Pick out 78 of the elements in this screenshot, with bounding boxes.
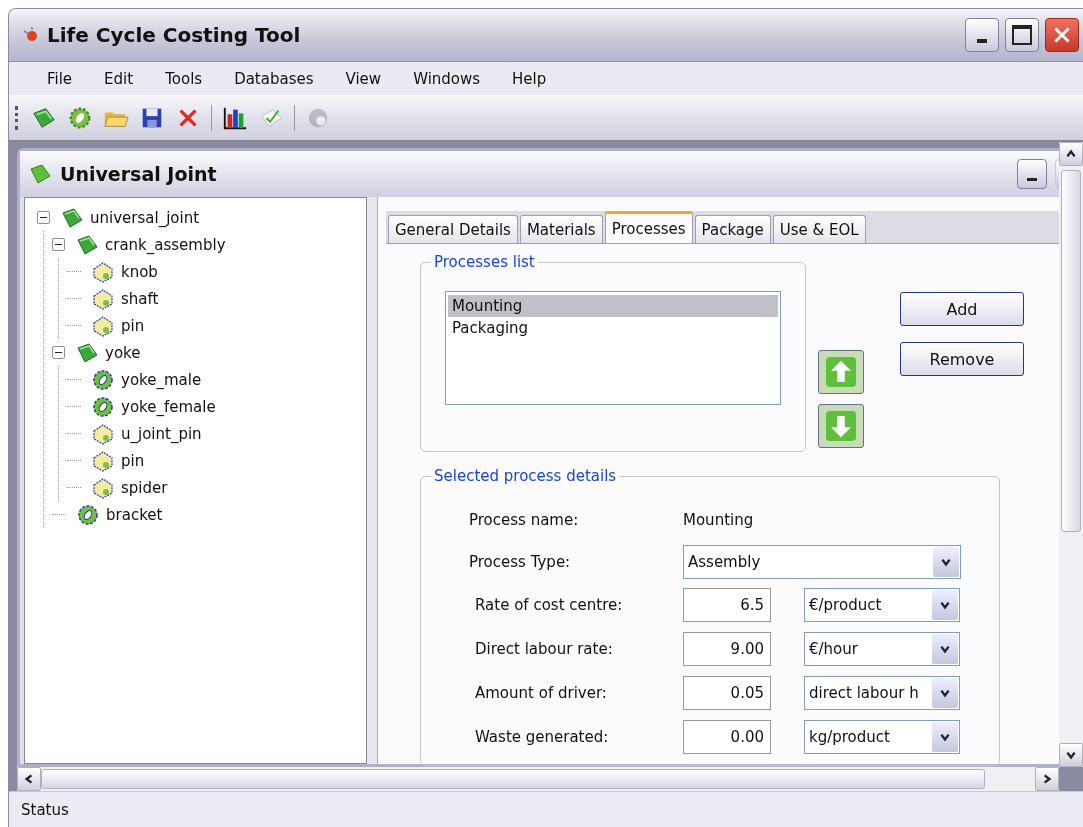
scroll-up-icon[interactable] (1065, 148, 1077, 160)
process-list[interactable]: Mounting Packaging (445, 291, 781, 405)
maximize-button[interactable] (1005, 18, 1039, 52)
field-label: Amount of driver: (474, 684, 608, 702)
field-label: Waste generated: (474, 728, 610, 746)
collapse-toggle[interactable] (52, 238, 65, 251)
unit-dropdown[interactable]: direct labour h (804, 676, 960, 710)
menu-item[interactable]: File (31, 69, 89, 88)
close-button[interactable] (1045, 18, 1079, 52)
window-title: Life Cycle Costing Tool (47, 23, 301, 47)
menu-item[interactable]: View (329, 69, 398, 88)
scroll-down-icon[interactable] (1065, 749, 1077, 761)
field-label: Rate of cost centre: (474, 596, 624, 614)
input-field[interactable]: 6.5 (683, 588, 771, 622)
unit-dropdown[interactable]: €/product (804, 588, 960, 622)
field-label: Process Type: (469, 553, 572, 571)
tree-item[interactable]: universal_joint (88, 208, 202, 227)
book-icon (75, 232, 99, 257)
tree-item[interactable]: yoke (103, 343, 143, 362)
collapse-toggle[interactable] (37, 211, 50, 224)
tree-item[interactable]: knob (119, 262, 160, 281)
tree-item[interactable]: spider (119, 478, 170, 497)
scroll-left-icon[interactable] (23, 773, 35, 785)
menu-item[interactable]: Windows (397, 69, 497, 88)
field-label: Process name: (469, 511, 580, 529)
minimize-button[interactable] (1017, 159, 1047, 189)
input-field[interactable]: 9.00 (683, 632, 771, 666)
input-field[interactable]: 0.00 (683, 720, 771, 754)
process-type-dropdown[interactable]: Assembly (683, 545, 961, 579)
tree-item[interactable]: yoke_female (119, 397, 218, 416)
group-title: Selected process details (431, 466, 620, 486)
caret-icon (939, 731, 951, 743)
gear-icon (91, 367, 115, 392)
book-icon (75, 340, 99, 365)
menu-item[interactable]: Databases (218, 69, 330, 88)
tree-item[interactable]: yoke_male (119, 370, 204, 389)
tab[interactable]: Package (694, 215, 771, 243)
scroll-right-icon[interactable] (1041, 773, 1053, 785)
tree-item[interactable]: shaft (119, 289, 161, 308)
vertical-scrollbar[interactable] (1059, 142, 1083, 767)
remove-button[interactable]: Remove (900, 342, 1024, 376)
gear-icon (76, 502, 100, 527)
process-name: Mounting (683, 511, 754, 529)
tree-item[interactable]: pin (119, 316, 147, 335)
tab[interactable]: Materials (519, 215, 603, 243)
horizontal-scrollbar[interactable] (17, 767, 1059, 791)
unit-dropdown[interactable]: €/hour (804, 632, 960, 666)
close-icon (1051, 24, 1073, 46)
caret-icon (939, 599, 951, 611)
book-icon (60, 205, 84, 230)
add-button[interactable]: Add (900, 292, 1024, 326)
caret-icon (939, 687, 951, 699)
toolbar-grip (15, 105, 21, 130)
tab[interactable]: General Details (388, 215, 518, 243)
input-field[interactable]: 0.05 (683, 676, 771, 710)
field-label: Direct labour rate: (474, 640, 614, 658)
tab[interactable]: Use & EOL (772, 215, 866, 243)
move-down-button[interactable] (818, 404, 864, 448)
menu-item[interactable]: Help (496, 69, 563, 88)
collapse-toggle[interactable] (52, 346, 65, 359)
tree-item[interactable]: pin (119, 451, 147, 470)
caret-icon (940, 556, 952, 568)
list-item[interactable]: Mounting (448, 295, 778, 317)
list-item[interactable]: Packaging (448, 317, 778, 339)
unit-dropdown[interactable]: kg/product (804, 720, 960, 754)
tab[interactable]: Processes (604, 211, 693, 243)
move-up-button[interactable] (818, 350, 864, 394)
document-title: Universal Joint (60, 163, 217, 185)
tree-item[interactable]: bracket (104, 505, 165, 524)
tree-item[interactable]: u_joint_pin (119, 424, 204, 443)
caret-icon (939, 643, 951, 655)
menu-item[interactable]: Tools (149, 69, 219, 88)
menu-item[interactable]: Edit (88, 69, 150, 88)
tree-item[interactable]: crank_assembly (103, 235, 228, 254)
status-text: Status (21, 801, 69, 819)
minimize-button[interactable] (965, 18, 999, 52)
gear-icon (91, 394, 115, 419)
book-icon (28, 162, 52, 186)
